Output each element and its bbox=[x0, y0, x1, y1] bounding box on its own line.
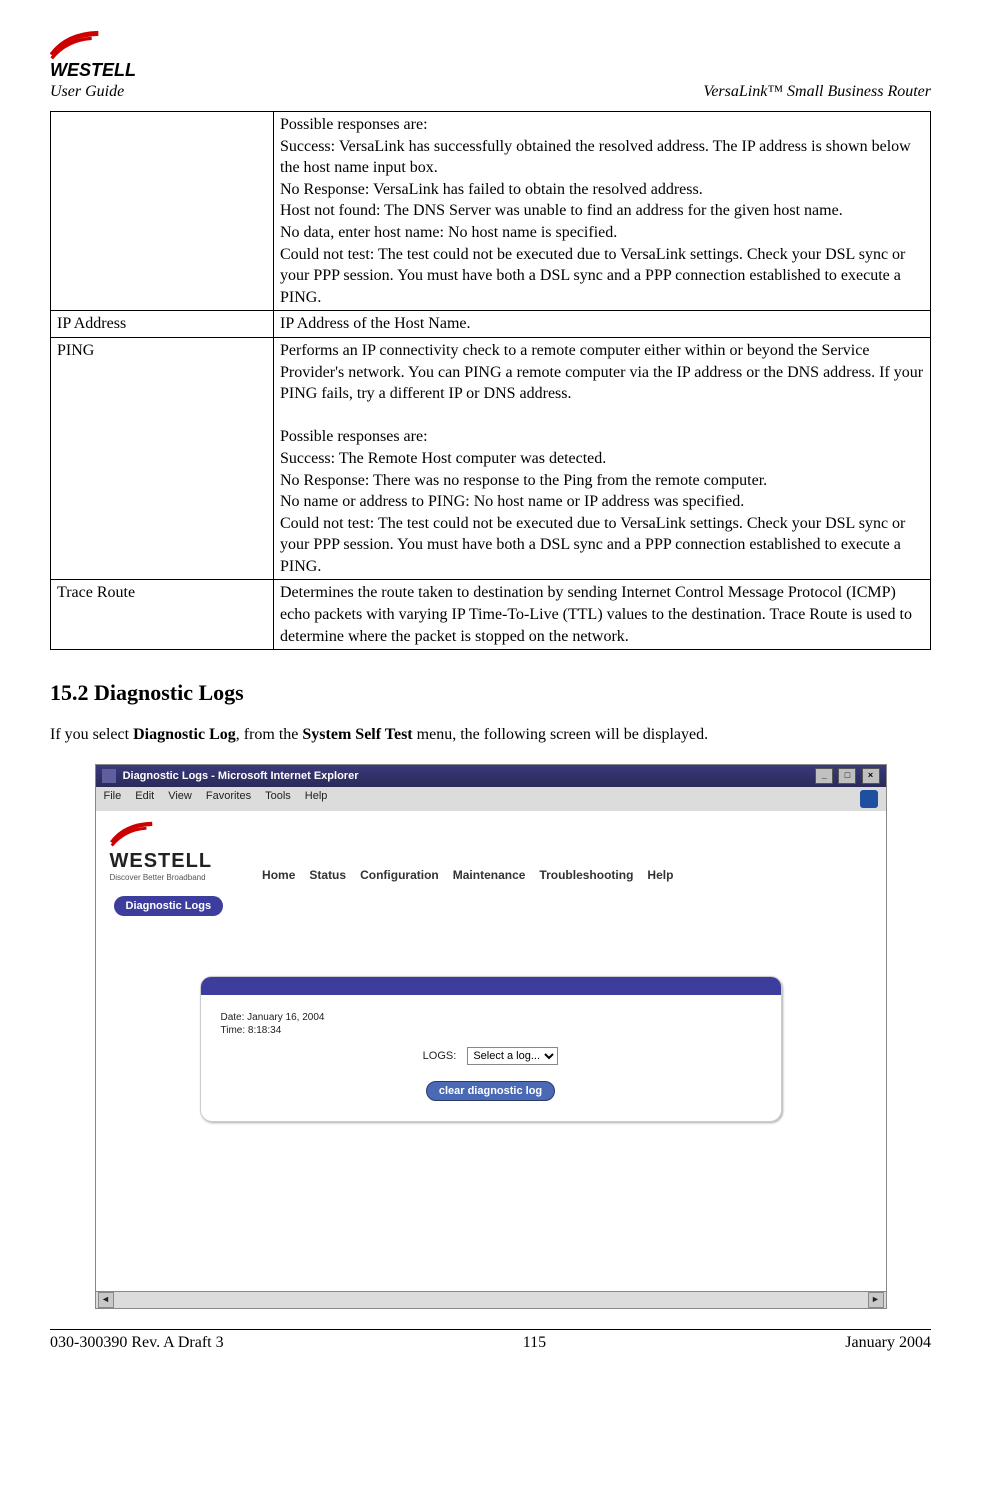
page-brand: WESTELL Discover Better Broadband bbox=[110, 821, 213, 882]
menu-favorites[interactable]: Favorites bbox=[206, 790, 251, 808]
page-footer: 030-300390 Rev. A Draft 3 115 January 20… bbox=[50, 1329, 931, 1352]
panel-date: Date: January 16, 2004 bbox=[221, 1011, 761, 1024]
intro-bold: Diagnostic Log bbox=[133, 726, 236, 743]
nav-help[interactable]: Help bbox=[647, 868, 673, 882]
scroll-left-icon[interactable]: ◄ bbox=[98, 1292, 114, 1308]
top-nav: Home Status Configuration Maintenance Tr… bbox=[262, 868, 673, 882]
browser-menubar: File Edit View Favorites Tools Help bbox=[96, 787, 886, 811]
westell-logo-icon bbox=[110, 821, 154, 847]
browser-page-icon bbox=[102, 769, 116, 783]
header-right-label: VersaLink™ Small Business Router bbox=[703, 83, 931, 101]
footer-page-number: 115 bbox=[523, 1334, 546, 1352]
window-controls: _ □ × bbox=[813, 768, 879, 784]
nav-configuration[interactable]: Configuration bbox=[360, 868, 439, 882]
scroll-right-icon[interactable]: ► bbox=[868, 1292, 884, 1308]
footer-right: January 2004 bbox=[845, 1334, 931, 1352]
brand-tagline: Discover Better Broadband bbox=[110, 873, 213, 882]
westell-logo-icon bbox=[50, 30, 100, 60]
table-cell-desc: Possible responses are: Success: VersaLi… bbox=[274, 112, 931, 311]
menu-file[interactable]: File bbox=[104, 790, 122, 808]
reference-table: Possible responses are: Success: VersaLi… bbox=[50, 111, 931, 650]
nav-maintenance[interactable]: Maintenance bbox=[453, 868, 526, 882]
table-cell-desc: IP Address of the Host Name. bbox=[274, 311, 931, 338]
table-cell-label: PING bbox=[51, 337, 274, 580]
table-cell-label: Trace Route bbox=[51, 580, 274, 650]
nav-troubleshooting[interactable]: Troubleshooting bbox=[539, 868, 633, 882]
intro-text: , from the bbox=[236, 726, 303, 743]
panel-time: Time: 8:18:34 bbox=[221, 1024, 761, 1037]
horizontal-scrollbar[interactable]: ◄ ► bbox=[96, 1291, 886, 1308]
table-cell-desc: Determines the route taken to destinatio… bbox=[274, 580, 931, 650]
window-titlebar: Diagnostic Logs - Microsoft Internet Exp… bbox=[96, 765, 886, 787]
table-cell-label bbox=[51, 112, 274, 311]
menu-tools[interactable]: Tools bbox=[265, 790, 291, 808]
logs-select[interactable]: Select a log... bbox=[467, 1047, 558, 1065]
page-content: WESTELL Discover Better Broadband Home S… bbox=[96, 811, 886, 1291]
nav-home[interactable]: Home bbox=[262, 868, 295, 882]
section-intro: If you select Diagnostic Log, from the S… bbox=[50, 726, 931, 744]
table-row: Possible responses are: Success: VersaLi… bbox=[51, 112, 931, 311]
table-cell-desc: Performs an IP connectivity check to a r… bbox=[274, 337, 931, 580]
intro-text: If you select bbox=[50, 726, 133, 743]
section-heading: 15.2 Diagnostic Logs bbox=[50, 680, 931, 706]
window-title: Diagnostic Logs - Microsoft Internet Exp… bbox=[123, 770, 359, 782]
minimize-button[interactable]: _ bbox=[815, 768, 833, 784]
logs-label: LOGS: bbox=[423, 1050, 457, 1062]
brand-name: WESTELL bbox=[110, 850, 213, 873]
table-row: Trace Route Determines the route taken t… bbox=[51, 580, 931, 650]
intro-text: menu, the following screen will be displ… bbox=[413, 726, 708, 743]
maximize-button[interactable]: □ bbox=[838, 768, 856, 784]
menu-view[interactable]: View bbox=[168, 790, 192, 808]
close-button[interactable]: × bbox=[862, 768, 880, 784]
page-header: WESTELL User Guide VersaLink™ Small Busi… bbox=[50, 30, 931, 101]
table-row: PING Performs an IP connectivity check t… bbox=[51, 337, 931, 580]
brand-name: WESTELL bbox=[50, 60, 136, 81]
panel-header-bar bbox=[201, 977, 781, 995]
footer-left: 030-300390 Rev. A Draft 3 bbox=[50, 1334, 224, 1352]
tab-diagnostic-logs[interactable]: Diagnostic Logs bbox=[114, 896, 224, 916]
header-left-label: User Guide bbox=[50, 83, 124, 101]
intro-bold: System Self Test bbox=[302, 726, 412, 743]
diagnostic-panel: Date: January 16, 2004 Time: 8:18:34 LOG… bbox=[200, 976, 782, 1122]
ie-logo-icon bbox=[860, 790, 878, 808]
table-row: IP Address IP Address of the Host Name. bbox=[51, 311, 931, 338]
clear-diagnostic-log-button[interactable]: clear diagnostic log bbox=[426, 1081, 555, 1101]
menu-help[interactable]: Help bbox=[305, 790, 328, 808]
table-cell-label: IP Address bbox=[51, 311, 274, 338]
nav-status[interactable]: Status bbox=[309, 868, 346, 882]
menu-edit[interactable]: Edit bbox=[135, 790, 154, 808]
embedded-screenshot: Diagnostic Logs - Microsoft Internet Exp… bbox=[95, 764, 887, 1309]
